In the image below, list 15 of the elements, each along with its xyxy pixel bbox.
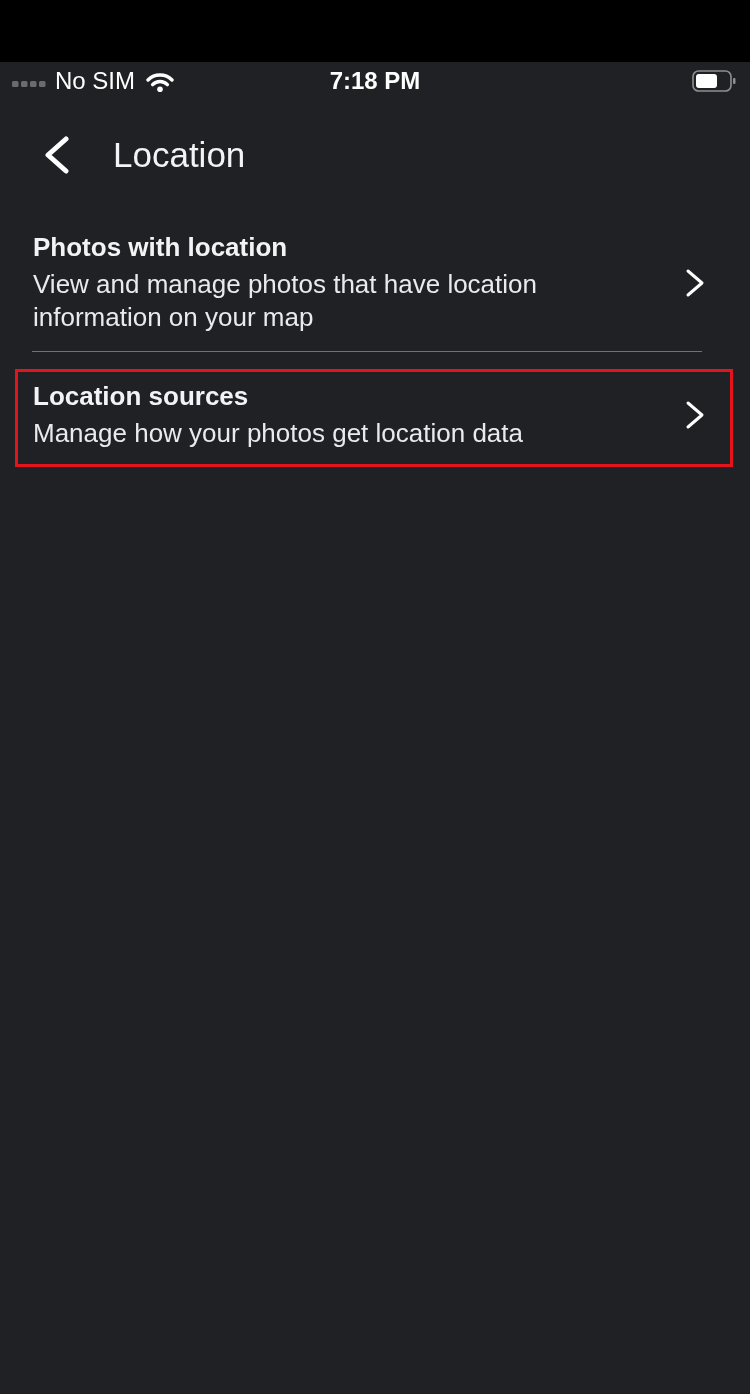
item-title: Photos with location: [33, 231, 289, 264]
page-title: Location: [113, 135, 246, 175]
item-subtitle: Manage how your photos get location data: [33, 417, 524, 450]
item-title: Location sources: [33, 380, 250, 413]
signal-icon: [12, 81, 46, 87]
list-item[interactable]: Photos with location View and manage photos that have location information on your map: [15, 220, 733, 351]
chevron-right-icon: [685, 267, 705, 298]
carrier-label: No SIM: [55, 67, 135, 95]
wifi-icon: [146, 70, 174, 92]
status-time: 7:18 PM: [329, 67, 421, 95]
item-subtitle: View and manage photos that have location information on your map: [33, 268, 538, 334]
chevron-right-icon: [685, 400, 705, 430]
list-item[interactable]: Location sources Manage how your photos get location data: [15, 369, 733, 467]
battery-icon: [692, 70, 736, 92]
chevron-left-icon: [42, 136, 70, 174]
